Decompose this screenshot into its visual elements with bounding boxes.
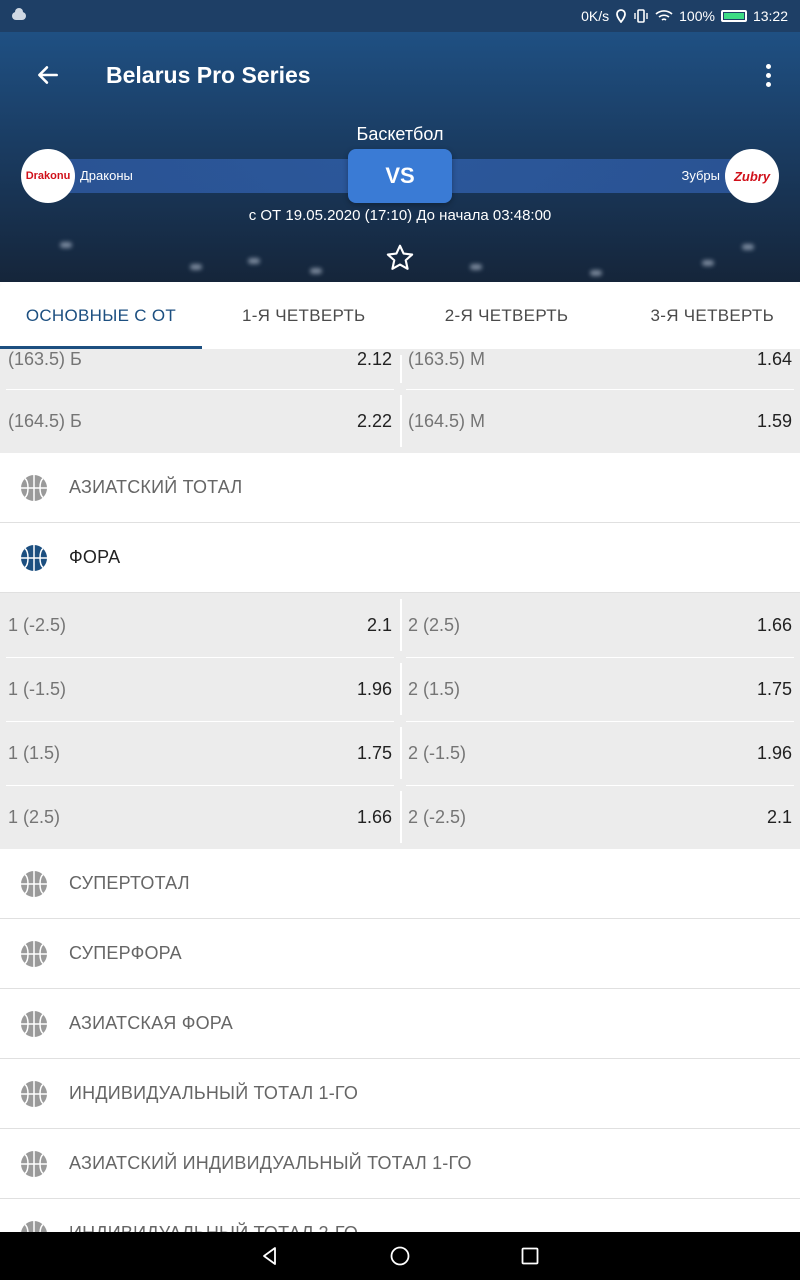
team-left-name: Драконы (80, 168, 133, 183)
odds-cell[interactable]: 2 (2.5) 1.66 (400, 593, 800, 657)
table-row: 1 (-1.5) 1.96 2 (1.5) 1.75 (0, 657, 800, 721)
tab-quarter-2[interactable]: 2-Я ЧЕТВЕРТЬ (406, 282, 608, 349)
clock: 13:22 (752, 8, 788, 24)
table-row: (164.5) Б 2.22 (164.5) М 1.59 (0, 389, 800, 453)
odds-cell[interactable]: 1 (2.5) 1.66 (0, 785, 400, 849)
star-icon (386, 244, 414, 270)
table-row: 1 (2.5) 1.66 2 (-2.5) 2.1 (0, 785, 800, 849)
odds-cell[interactable]: (164.5) Б 2.22 (0, 389, 400, 453)
vs-button[interactable]: VS (348, 149, 452, 203)
tab-quarter-1[interactable]: 1-Я ЧЕТВЕРТЬ (202, 282, 406, 349)
section-supertotal[interactable]: СУПЕРТОТАЛ (0, 849, 800, 919)
tab-main-ot[interactable]: ОСНОВНЫЕ С ОТ (0, 282, 202, 349)
section-individual-total-1[interactable]: ИНДИВИДУАЛЬНЫЙ ТОТАЛ 1-ГО (0, 1059, 800, 1129)
odds-cell[interactable]: 1 (-1.5) 1.96 (0, 657, 400, 721)
section-individual-total-2[interactable]: ИНДИВИДУАЛЬНЫЙ ТОТАЛ 2-ГО (0, 1199, 800, 1232)
team-right-logo: Zubry (725, 149, 779, 203)
basketball-icon (21, 1150, 47, 1177)
location-icon (616, 9, 627, 23)
odds-cell[interactable]: (163.5) Б 2.12 (0, 349, 400, 389)
recents-square-icon[interactable] (519, 1245, 541, 1267)
section-superfora[interactable]: СУПЕРФОРА (0, 919, 800, 989)
markets-list: (163.5) Б 2.12 (163.5) М 1.64 (164.5) Б … (0, 349, 800, 1232)
team-left-logo: Drakonu (21, 149, 75, 203)
vibrate-icon (634, 9, 648, 23)
status-bar: 0K/s 100% 13:22 (0, 0, 800, 32)
system-nav-bar (0, 1232, 800, 1280)
basketball-icon (21, 1220, 47, 1232)
battery-percent: 100% (679, 8, 715, 24)
basketball-icon (21, 1010, 47, 1037)
back-triangle-icon[interactable] (259, 1245, 281, 1267)
basketball-icon (21, 870, 47, 897)
section-asian-fora[interactable]: АЗИАТСКАЯ ФОРА (0, 989, 800, 1059)
section-asian-total[interactable]: АЗИАТСКИЙ ТОТАЛ (0, 453, 800, 523)
sport-label: Баскетбол (356, 124, 444, 144)
toolbar: Belarus Pro Series (0, 32, 800, 118)
net-speed: 0K/s (581, 8, 610, 24)
team-right-name: Зубры (681, 168, 720, 183)
odds-cell[interactable]: 1 (-2.5) 2.1 (0, 593, 400, 657)
fora-odds: 1 (-2.5) 2.1 2 (2.5) 1.66 1 (-1.5) 1.96 … (0, 593, 800, 849)
table-row: 1 (1.5) 1.75 2 (-1.5) 1.96 (0, 721, 800, 785)
basketball-icon (21, 1080, 47, 1107)
cloud-icon (12, 8, 26, 20)
basketball-icon (21, 474, 47, 501)
table-row: 1 (-2.5) 2.1 2 (2.5) 1.66 (0, 593, 800, 657)
event-header: Belarus Pro Series Баскетбол Drakonu Дра… (0, 32, 800, 282)
odds-cell[interactable]: (164.5) М 1.59 (400, 389, 800, 453)
more-vertical-icon (765, 63, 771, 69)
wifi-icon (655, 10, 673, 21)
basketball-icon (21, 544, 47, 571)
total-odds: (163.5) Б 2.12 (163.5) М 1.64 (164.5) Б … (0, 349, 800, 453)
match-info: с ОТ 19.05.2020 (17:10) До начала 03:48:… (248, 207, 552, 224)
overflow-menu-button[interactable] (736, 32, 800, 118)
battery-icon (720, 10, 747, 22)
odds-cell[interactable]: (163.5) М 1.64 (400, 349, 800, 389)
back-arrow-icon (38, 66, 58, 84)
page-title: Belarus Pro Series (106, 61, 311, 88)
odds-cell[interactable]: 2 (-1.5) 1.96 (400, 721, 800, 785)
odds-cell[interactable]: 2 (-2.5) 2.1 (400, 785, 800, 849)
odds-cell[interactable]: 2 (1.5) 1.75 (400, 657, 800, 721)
back-button[interactable] (0, 32, 96, 118)
section-asian-individual-total-1[interactable]: АЗИАТСКИЙ ИНДИВИДУАЛЬНЫЙ ТОТАЛ 1-ГО (0, 1129, 800, 1199)
market-tabs: ОСНОВНЫЕ С ОТ 1-Я ЧЕТВЕРТЬ 2-Я ЧЕТВЕРТЬ … (0, 282, 800, 349)
section-fora[interactable]: ФОРА (0, 523, 800, 593)
basketball-icon (21, 940, 47, 967)
favorite-button[interactable] (384, 242, 416, 274)
home-circle-icon[interactable] (389, 1245, 411, 1267)
table-row: (163.5) Б 2.12 (163.5) М 1.64 (0, 349, 800, 389)
tab-quarter-3[interactable]: 3-Я ЧЕТВЕРТЬ (607, 282, 800, 349)
odds-cell[interactable]: 1 (1.5) 1.75 (0, 721, 400, 785)
